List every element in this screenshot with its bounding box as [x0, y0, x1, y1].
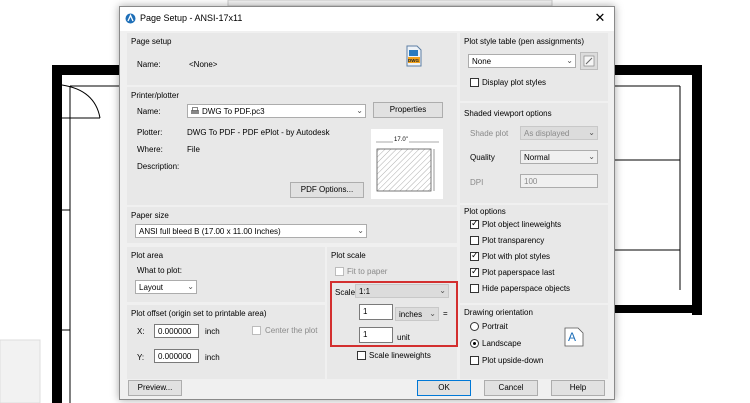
plot-with-plot-styles-checkbox[interactable]: ✓ — [470, 250, 479, 261]
landscape-radio[interactable] — [470, 339, 479, 348]
scale-lineweights-label: Scale lineweights — [369, 351, 431, 360]
display-plot-styles-checkbox[interactable] — [470, 78, 479, 87]
printer-icon — [191, 107, 199, 114]
scale-highlight-box — [330, 281, 458, 347]
description-label: Description: — [137, 162, 180, 171]
cancel-button[interactable]: Cancel — [484, 380, 538, 396]
properties-button[interactable]: Properties — [373, 102, 443, 118]
plot-object-lineweights-label: Plot object lineweights — [482, 220, 562, 229]
chevron-down-icon: ⌄ — [356, 106, 363, 115]
autocad-logo-icon — [125, 13, 136, 24]
ok-button[interactable]: OK — [417, 380, 471, 396]
plot-offset-header: Plot offset (origin set to printable are… — [131, 309, 267, 318]
fit-to-paper-label: Fit to paper — [347, 267, 388, 276]
paper-size-group: Paper size ANSI full bleed B (17.00 x 11… — [127, 207, 457, 243]
hide-paperspace-objects-checkbox[interactable] — [470, 284, 479, 293]
dpi-input[interactable]: 100 — [520, 174, 598, 188]
plotter-value: DWG To PDF - PDF ePlot - by Autodesk — [187, 128, 330, 137]
printer-name-label: Name: — [137, 107, 161, 116]
page-setup-header: Page setup — [131, 37, 172, 46]
center-plot-checkbox[interactable] — [252, 326, 261, 335]
paper-preview: 17.0" — [371, 129, 443, 199]
landscape-label: Landscape — [482, 339, 522, 348]
plot-upside-down-checkbox[interactable] — [470, 356, 479, 365]
plot-style-dropdown[interactable]: None ⌄ — [468, 54, 576, 68]
where-value: File — [187, 145, 200, 154]
help-button[interactable]: Help — [551, 380, 605, 396]
plot-options-header: Plot options — [464, 207, 506, 216]
edit-plot-style-icon[interactable] — [580, 52, 598, 70]
plot-options-group: Plot options ✓ Plot object lineweights P… — [460, 205, 608, 303]
plot-style-header: Plot style table (pen assignments) — [464, 37, 585, 46]
dpi-label: DPI — [470, 178, 484, 187]
offset-x-input[interactable]: 0.000000 — [154, 324, 199, 338]
shade-plot-dropdown[interactable]: As displayed ⌄ — [520, 126, 598, 140]
offset-y-unit: inch — [205, 353, 220, 362]
page-setup-group: Page setup Name: <None> DWG — [127, 33, 457, 85]
printer-plotter-group: Printer/plotter Name: DWG To PDF.pc3 ⌄ P… — [127, 87, 457, 205]
page-setup-name-label: Name: — [137, 60, 161, 69]
paper-size-dropdown[interactable]: ANSI full bleed B (17.00 x 11.00 Inches)… — [135, 224, 367, 238]
scale-lineweights-checkbox[interactable] — [357, 351, 366, 360]
chevron-down-icon: ⌄ — [187, 282, 194, 291]
drawing-orientation-group: Drawing orientation Portrait Landscape P… — [460, 305, 608, 379]
what-to-plot-dropdown[interactable]: Layout ⌄ — [135, 280, 197, 294]
preview-button[interactable]: Preview... — [128, 380, 182, 396]
preview-width-label: 17.0" — [393, 137, 409, 143]
hide-paperspace-objects-label: Hide paperspace objects — [482, 284, 571, 293]
close-button[interactable]: ✕ — [592, 10, 608, 26]
page-setup-dialog: Page Setup - ANSI-17x11 ✕ Page setup Nam… — [119, 6, 615, 400]
plot-transparency-checkbox[interactable] — [470, 236, 479, 245]
plot-paperspace-last-checkbox[interactable]: ✓ — [470, 266, 479, 277]
plot-upside-down-label: Plot upside-down — [482, 356, 544, 365]
plot-transparency-label: Plot transparency — [482, 236, 545, 245]
plot-area-group: Plot area What to plot: Layout ⌄ — [127, 247, 325, 302]
chevron-down-icon: ⌄ — [357, 226, 364, 235]
offset-y-label: Y: — [137, 353, 145, 362]
portrait-label: Portrait — [482, 322, 508, 331]
fit-to-paper-checkbox[interactable] — [335, 267, 344, 276]
shade-plot-label: Shade plot — [470, 129, 509, 138]
plot-object-lineweights-checkbox[interactable]: ✓ — [470, 218, 479, 229]
chevron-down-icon: ⌄ — [566, 56, 573, 65]
offset-x-unit: inch — [205, 327, 220, 336]
plot-offset-group: Plot offset (origin set to printable are… — [127, 305, 325, 379]
offset-x-label: X: — [137, 327, 145, 336]
plot-paperspace-last-label: Plot paperspace last — [482, 268, 555, 277]
quality-label: Quality — [470, 153, 495, 162]
page-setup-name-value: <None> — [189, 60, 218, 69]
center-plot-label: Center the plot — [265, 326, 318, 335]
printer-header: Printer/plotter — [131, 91, 180, 100]
portrait-radio[interactable] — [470, 322, 479, 331]
pdf-options-button[interactable]: PDF Options... — [290, 182, 364, 198]
plot-area-header: Plot area — [131, 251, 164, 260]
plot-with-plot-styles-label: Plot with plot styles — [482, 252, 551, 261]
dialog-title: Page Setup - ANSI-17x11 — [140, 13, 243, 23]
where-label: Where: — [137, 145, 163, 154]
dwg-file-icon: DWG — [406, 45, 422, 67]
offset-y-input[interactable]: 0.000000 — [154, 349, 199, 363]
shaded-header: Shaded viewport options — [464, 109, 552, 118]
chevron-down-icon: ⌄ — [588, 152, 595, 161]
orientation-preview-icon: A — [564, 327, 584, 347]
plot-style-group: Plot style table (pen assignments) None … — [460, 33, 608, 101]
printer-name-dropdown[interactable]: DWG To PDF.pc3 ⌄ — [187, 104, 366, 118]
display-plot-styles-label: Display plot styles — [482, 78, 547, 87]
paper-size-header: Paper size — [131, 211, 169, 220]
chevron-down-icon: ⌄ — [588, 128, 595, 137]
quality-dropdown[interactable]: Normal ⌄ — [520, 150, 598, 164]
what-to-plot-label: What to plot: — [137, 266, 182, 275]
title-bar: Page Setup - ANSI-17x11 ✕ — [120, 7, 614, 31]
orientation-header: Drawing orientation — [464, 308, 533, 317]
shaded-viewport-group: Shaded viewport options Shade plot As di… — [460, 103, 608, 203]
plotter-label: Plotter: — [137, 128, 163, 137]
plot-scale-header: Plot scale — [331, 251, 366, 260]
